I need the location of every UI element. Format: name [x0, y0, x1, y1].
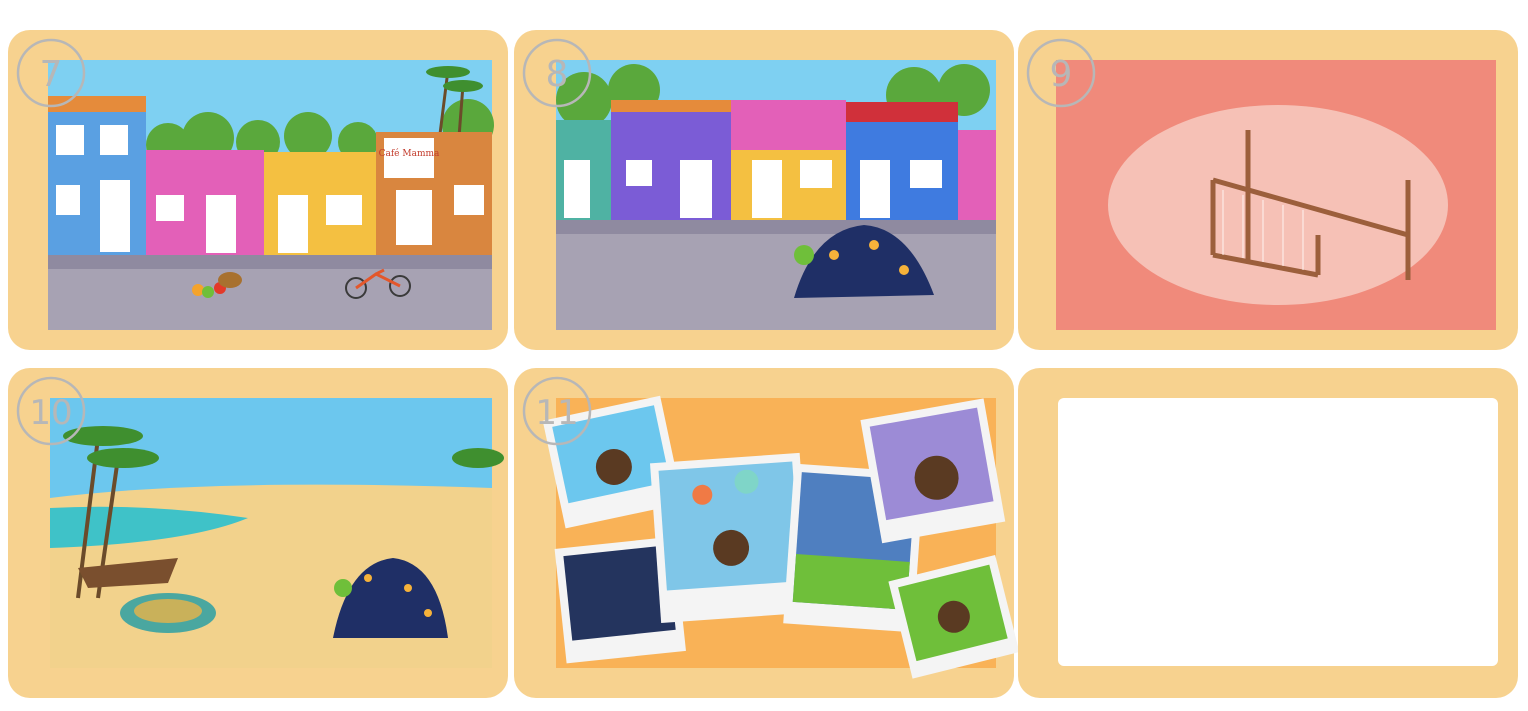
storyboard-panel-7[interactable]: Café Mamma 7 [8, 30, 508, 350]
panel-number-badge: 11 [518, 372, 596, 450]
storyboard-panel-9[interactable]: 9 [1018, 30, 1518, 350]
storyboard-panel-8[interactable]: 8 [514, 30, 1014, 350]
panel-number: 9 [1050, 54, 1073, 95]
storyboard-panel-blank[interactable] [1018, 368, 1518, 698]
panel-number: 8 [546, 54, 569, 95]
panel-number-badge: 7 [12, 34, 90, 112]
panel-blank-illustration [1018, 368, 1518, 698]
storyboard-panel-11[interactable]: 11 [514, 368, 1020, 698]
cafe-sign-text: Café Mamma [379, 148, 440, 159]
panel-number: 7 [40, 54, 63, 95]
panel-number: 10 [29, 393, 72, 433]
storyboard-panel-10[interactable]: 10 [8, 368, 508, 698]
panel-number: 11 [535, 393, 578, 433]
panel-number-badge: 10 [12, 372, 90, 450]
panel-number-badge: 8 [518, 34, 596, 112]
panel-number-badge: 9 [1022, 34, 1100, 112]
